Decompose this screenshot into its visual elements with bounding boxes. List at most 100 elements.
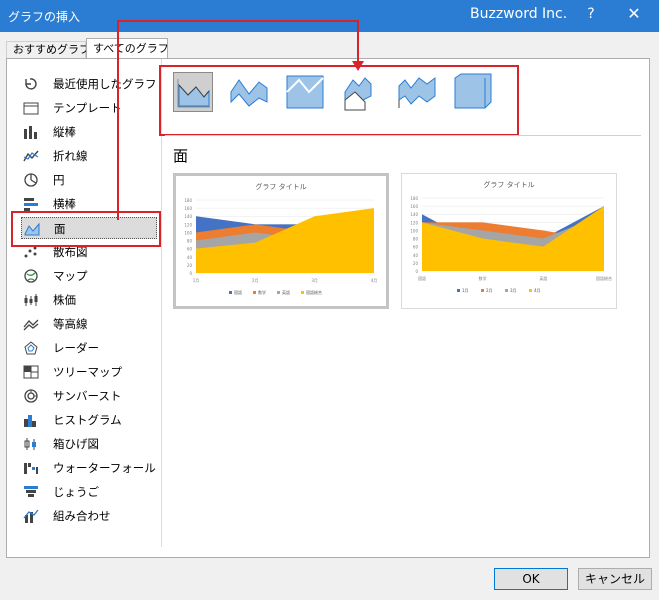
legend-swatch <box>301 291 304 294</box>
waterfall-chart-icon <box>24 463 38 474</box>
y-tick-label: 80 <box>187 239 193 244</box>
cancel-button-label: キャンセル <box>584 572 645 586</box>
x-tick-label: 4月 <box>371 278 378 283</box>
annotation-arrow <box>117 20 364 220</box>
sidebar-item-sunburst-chart[interactable]: サンバースト <box>21 385 157 407</box>
area-subtype-3d-stacked-area-icon <box>398 77 436 108</box>
legend-label: 2月 <box>486 288 493 293</box>
legend-label: 数学 <box>258 289 266 295</box>
sidebar-item-label: 円 <box>53 173 65 187</box>
sidebar-item-label: 縦棒 <box>53 125 76 139</box>
area-subtype-3d-100-stacked-area-icon <box>454 73 492 109</box>
legend-label: 1月 <box>462 288 469 293</box>
legend-swatch <box>529 289 532 292</box>
legend-label: 4月 <box>534 288 541 293</box>
sidebar-item-label: ウォーターフォール <box>53 461 156 475</box>
area-subtype-3d-stacked-area-option[interactable] <box>397 72 437 112</box>
x-tick-label: 2月 <box>252 278 259 283</box>
sidebar-item-label: 株価 <box>53 293 76 307</box>
x-tick-label: 英語 <box>539 275 547 281</box>
area-subtype-3d-100-stacked-area-option[interactable] <box>453 72 493 112</box>
sidebar-item-label: ヒストグラム <box>53 413 122 427</box>
legend-swatch <box>229 291 232 294</box>
y-tick-label: 140 <box>410 212 418 217</box>
y-tick-label: 160 <box>410 204 418 209</box>
chart-preview-2[interactable]: グラフ タイトル 0 20 40 60 80 100 120 140 160 180 国語 数学 英語 国語… <box>401 173 617 309</box>
sidebar-item-label: じょうご <box>53 485 99 499</box>
sidebar-item-surface-chart[interactable]: 等高線 <box>21 313 157 335</box>
map-chart-icon <box>24 269 38 283</box>
sidebar-item-combo-chart[interactable]: 組み合わせ <box>21 505 157 527</box>
x-tick-label: 数学 <box>479 275 487 281</box>
legend-swatch <box>253 291 256 294</box>
sidebar-item-map-chart[interactable]: マップ <box>21 265 157 287</box>
y-tick-label: 0 <box>415 269 418 274</box>
sidebar-item-treemap-chart[interactable]: ツリーマップ <box>21 361 157 383</box>
pie-chart-icon <box>24 173 38 187</box>
ok-button-label: OK <box>522 572 540 586</box>
bar-chart-icon <box>24 198 38 211</box>
treemap-chart-icon <box>23 365 39 379</box>
window-title: グラフの挿入 <box>8 10 81 24</box>
y-tick-label: 100 <box>410 228 418 233</box>
funnel-chart-icon <box>24 486 38 497</box>
y-tick-label: 20 <box>413 261 419 266</box>
y-tick-label: 40 <box>187 255 193 260</box>
y-tick-label: 80 <box>413 237 419 242</box>
recent-icon <box>25 78 37 90</box>
x-tick-label: 国語 <box>418 275 426 281</box>
legend-label: 3月 <box>510 288 517 293</box>
line-chart-icon <box>23 150 39 162</box>
legend-swatch <box>277 291 280 294</box>
sidebar-item-stock-chart[interactable]: 株価 <box>21 289 157 311</box>
ok-button[interactable]: OK <box>494 568 568 590</box>
legend-swatch <box>457 289 460 292</box>
cancel-button[interactable]: キャンセル <box>578 568 652 590</box>
sidebar-item-label: サンバースト <box>53 389 122 403</box>
y-tick-label: 60 <box>413 245 419 250</box>
surface-chart-icon <box>23 319 39 331</box>
sidebar-item-label: ツリーマップ <box>53 365 122 379</box>
legend-label: 国語 <box>234 289 242 295</box>
folder-icon <box>23 102 39 115</box>
close-button[interactable]: ✕ <box>626 4 642 23</box>
scatter-chart-icon <box>24 246 37 258</box>
legend-swatch <box>481 289 484 292</box>
sidebar-item-label: 折れ線 <box>53 149 88 163</box>
chart-title: グラフ タイトル <box>483 180 534 189</box>
sidebar-item-box-whisker-chart[interactable]: 箱ひげ図 <box>21 433 157 455</box>
x-tick-label: 3月 <box>311 278 318 283</box>
y-tick-label: 20 <box>187 263 193 268</box>
x-tick-label: 国語総合 <box>596 275 612 281</box>
y-tick-label: 100 <box>184 230 192 235</box>
legend-label: 英語 <box>282 289 290 295</box>
sidebar-item-radar-chart[interactable]: レーダー <box>21 337 157 359</box>
y-tick-label: 60 <box>187 247 193 252</box>
histogram-chart-icon <box>24 415 36 427</box>
combo-chart-icon <box>23 509 39 523</box>
box-whisker-chart-icon <box>24 438 36 450</box>
sidebar-item-histogram-chart[interactable]: ヒストグラム <box>21 409 157 431</box>
stock-chart-icon <box>24 294 38 306</box>
sidebar-item-waterfall-chart[interactable]: ウォーターフォール <box>21 457 157 479</box>
legend-label: 国語総合 <box>306 289 322 295</box>
sidebar-item-label: 組み合わせ <box>53 509 111 523</box>
y-tick-label: 0 <box>189 271 192 276</box>
y-tick-label: 180 <box>410 196 418 201</box>
x-tick-label: 1月 <box>193 278 200 283</box>
sidebar-item-label: レーダー <box>53 341 99 355</box>
legend-swatch <box>505 289 508 292</box>
sidebar-item-label: 等高線 <box>53 317 88 331</box>
sidebar-item-label: 箱ひげ図 <box>53 437 99 451</box>
help-button[interactable]: ? <box>584 6 598 22</box>
tab-recommended[interactable]: おすすめグラフ <box>6 41 90 58</box>
brand-label: Buzzword Inc. <box>470 6 568 22</box>
y-tick-label: 120 <box>410 220 418 225</box>
sunburst-chart-icon <box>24 389 38 403</box>
column-chart-icon <box>24 126 37 139</box>
chart-preview-2-svg: グラフ タイトル 0 20 40 60 80 100 120 140 160 180 国語 数学 英語 国語… <box>410 180 612 293</box>
radar-chart-icon <box>24 341 38 355</box>
y-tick-label: 40 <box>413 253 419 258</box>
sidebar-item-funnel-chart[interactable]: じょうご <box>21 481 157 503</box>
sidebar-item-label: マップ <box>53 269 88 283</box>
